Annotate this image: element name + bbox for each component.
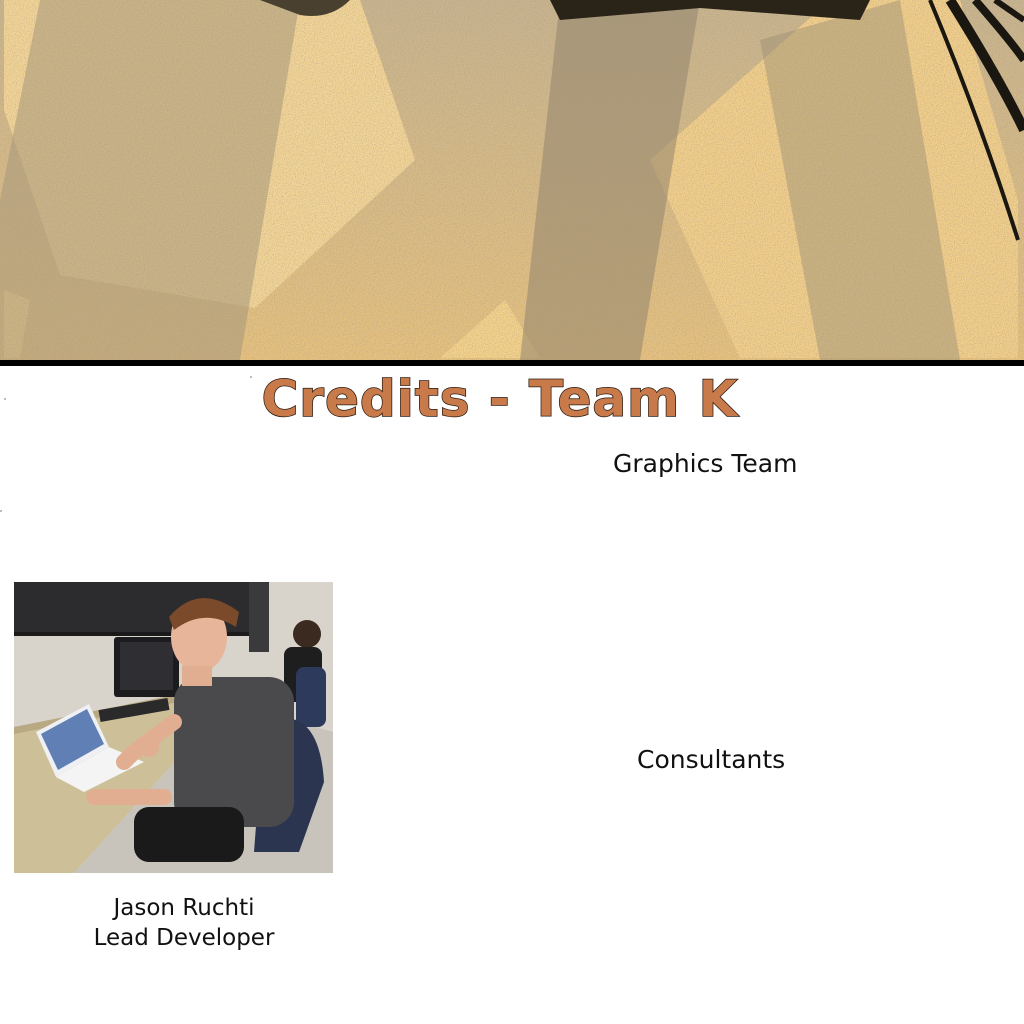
credits-page: Credits - Team K Graphics Team Consultan… [0,0,1024,1024]
page-title: Credits - Team K [261,369,739,429]
banner-artwork [0,0,1024,366]
graphics-team-heading: Graphics Team [613,449,798,478]
speck [4,398,6,400]
team-member-role: Lead Developer [93,925,275,951]
speck [250,376,252,378]
speck [0,510,2,512]
team-member-caption: Jason Ruchti Lead Developer [14,893,354,953]
team-member-name: Jason Ruchti [113,895,255,921]
banner-illustration [0,0,1024,360]
consultants-heading: Consultants [637,745,786,774]
team-member-photo [14,582,333,873]
